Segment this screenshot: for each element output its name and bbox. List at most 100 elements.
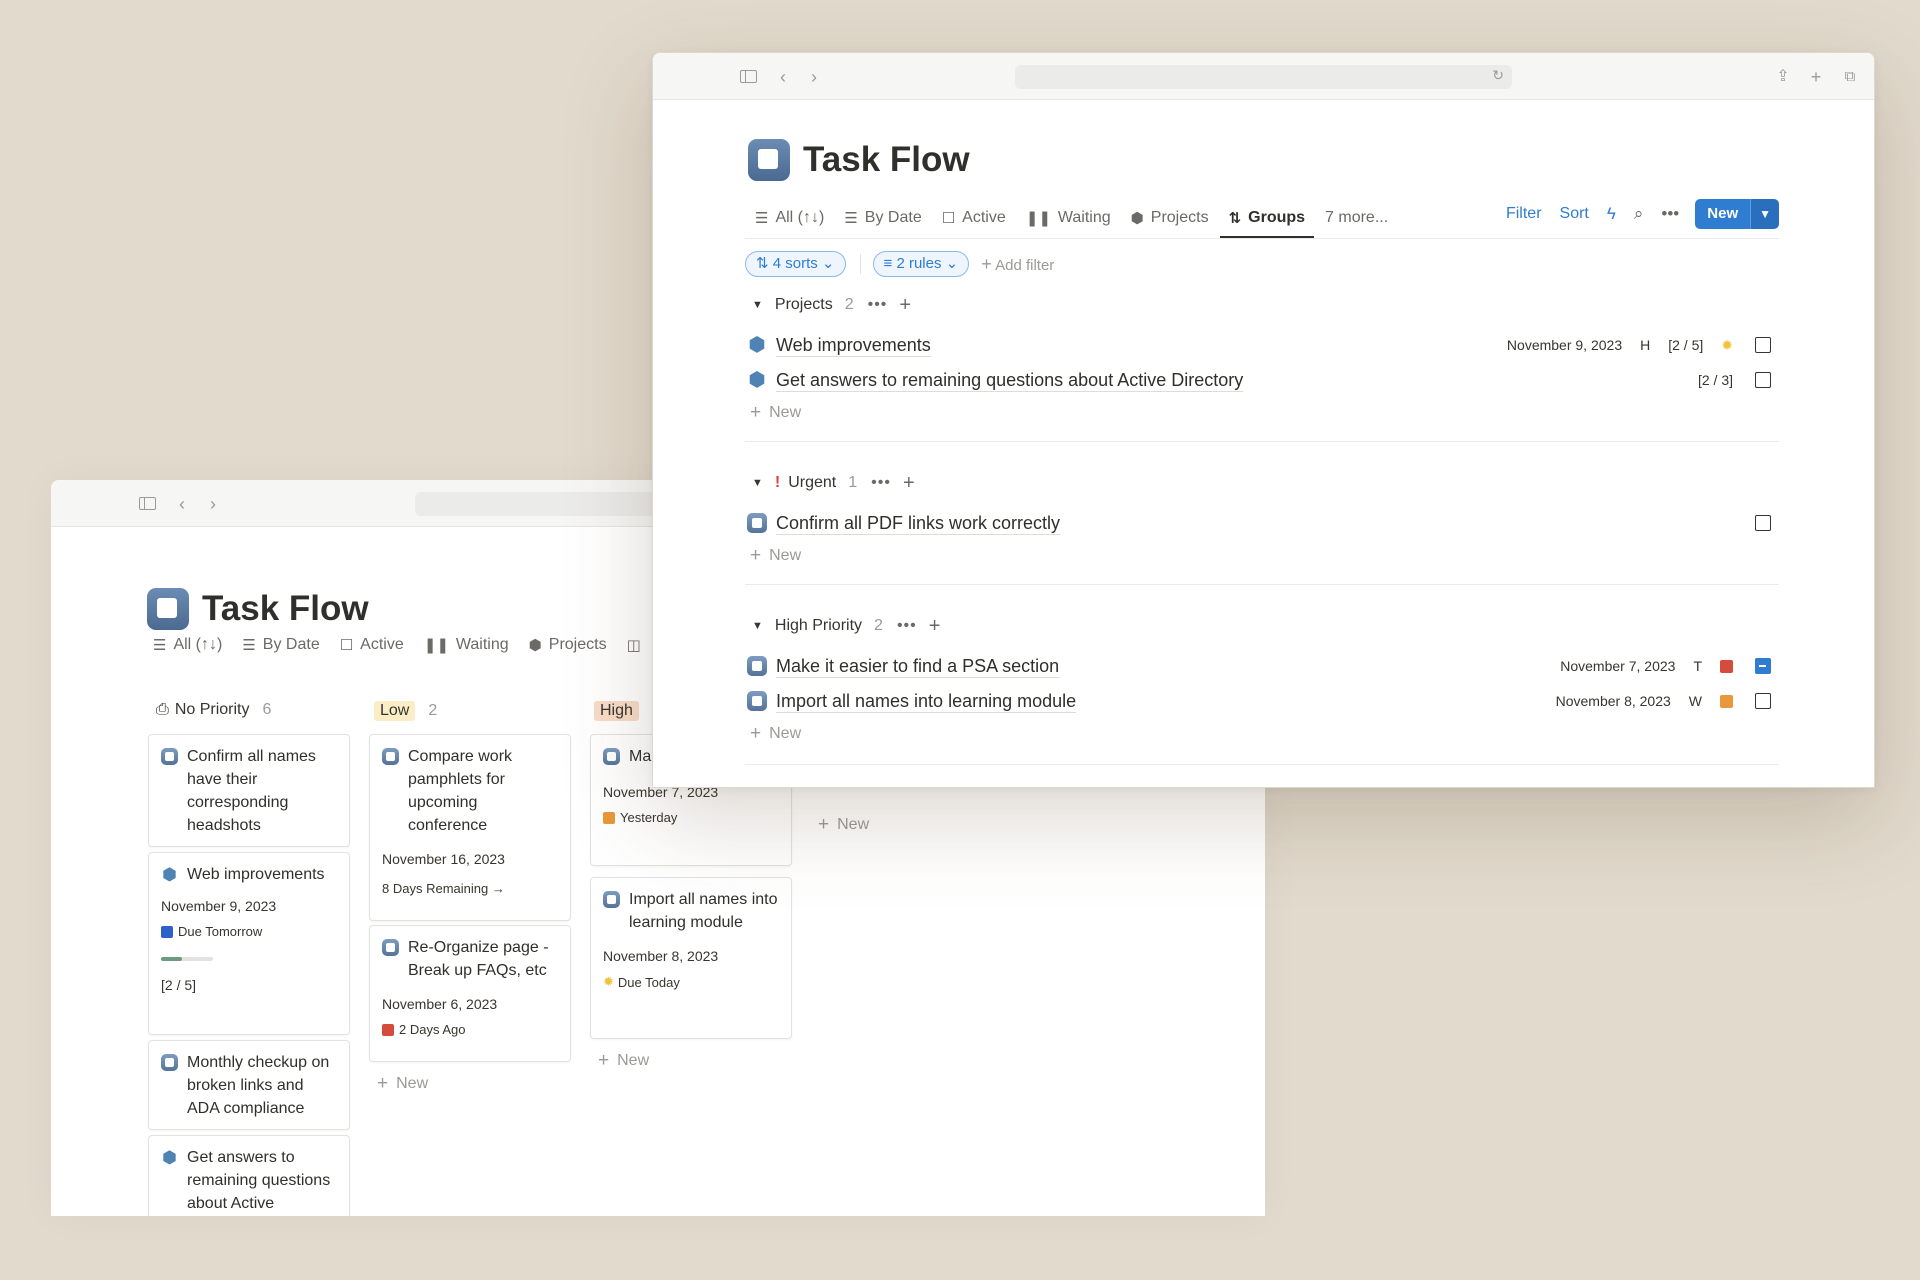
high-priority-new-row[interactable]: + New xyxy=(750,723,801,745)
row-checkbox[interactable] xyxy=(1755,658,1771,674)
search-icon[interactable]: ⌕ xyxy=(1634,204,1644,224)
group-add-icon[interactable]: + xyxy=(903,472,915,495)
card-monthly-checkup[interactable]: Monthly checkup on broken links and ADA … xyxy=(148,1040,350,1130)
card-active-directory[interactable]: ⬢ Get answers to remaining questions abou… xyxy=(148,1135,350,1216)
checkbox-icon xyxy=(161,1054,178,1071)
row-checkbox[interactable] xyxy=(1755,337,1771,353)
chevron-down-icon[interactable]: ▼ xyxy=(1750,199,1779,229)
progress-fill xyxy=(161,957,182,961)
row-checkbox[interactable] xyxy=(1755,693,1771,709)
tabs-divider xyxy=(745,238,1779,239)
share-icon[interactable]: ⇪ xyxy=(1772,66,1794,88)
list-icon: ☰ xyxy=(755,210,769,227)
group-divider xyxy=(745,764,1779,765)
group-header-high-priority[interactable]: ▼ High Priority 2 ••• + xyxy=(745,614,940,638)
fourth-new-button[interactable]: + New xyxy=(818,814,869,836)
sort-icon: ⇅ xyxy=(1228,210,1242,227)
low-new-button[interactable]: + New xyxy=(377,1073,428,1095)
tab-all[interactable]: ☰ All (↑↓) xyxy=(153,626,222,664)
forward-arrow-icon[interactable]: › xyxy=(202,493,224,515)
sidebar-toggle-icon[interactable] xyxy=(740,70,757,83)
page-title: Task Flow xyxy=(202,589,369,628)
group-more-icon[interactable]: ••• xyxy=(868,296,888,314)
pill-divider xyxy=(859,254,861,274)
forward-arrow-icon[interactable]: › xyxy=(803,66,825,88)
back-arrow-icon[interactable]: ‹ xyxy=(772,66,794,88)
pause-icon: ❚❚ xyxy=(423,637,449,654)
row-checkbox[interactable] xyxy=(1755,515,1771,531)
page-title: Task Flow xyxy=(803,140,970,179)
board-icon: ◫ xyxy=(626,637,641,654)
more-options-icon[interactable]: ••• xyxy=(1661,204,1679,224)
add-filter-button[interactable]: + Add filter xyxy=(981,254,1054,275)
tab-projects[interactable]: ⬢ Projects xyxy=(529,626,607,664)
automation-bolt-icon[interactable]: ϟ xyxy=(1607,204,1616,224)
group-more-icon[interactable]: ••• xyxy=(871,474,891,492)
tabs-overview-icon[interactable]: ⧉ xyxy=(1839,66,1861,88)
row-meta: November 9, 2023 H [2 / 5] ✹ xyxy=(1489,337,1779,354)
row-psa-section[interactable]: Make it easier to find a PSA section Nov… xyxy=(745,649,1779,683)
blue-square-icon xyxy=(161,925,173,938)
red-square-icon xyxy=(1720,659,1733,673)
tab-by-date[interactable]: ☰ By Date xyxy=(844,199,921,237)
sidebar-toggle-icon[interactable] xyxy=(139,497,156,510)
tab-by-date[interactable]: ☰ By Date xyxy=(242,626,319,664)
tab-groups[interactable]: ⇅ Groups xyxy=(1219,199,1315,238)
rules-pill[interactable]: ≡ 2 rules ⌄ xyxy=(872,251,970,277)
tab-projects[interactable]: ⬢ Projects xyxy=(1131,199,1209,237)
card-compare-pamphlets[interactable]: Compare work pamphlets for upcoming conf… xyxy=(369,734,571,921)
tab-more[interactable]: 7 more... xyxy=(1325,199,1388,237)
list-icon: ☰ xyxy=(242,637,256,654)
back-arrow-icon[interactable]: ‹ xyxy=(171,493,193,515)
cube-icon: ⬢ xyxy=(162,865,177,884)
checkbox-icon xyxy=(603,748,620,765)
row-meta: November 7, 2023 T xyxy=(1542,658,1779,674)
column-header-no-priority: ⎙ No Priority 6 xyxy=(156,701,272,718)
card-confirm-headshots[interactable]: Confirm all names have their correspondi… xyxy=(148,734,350,847)
row-active-directory[interactable]: ⬢ Get answers to remaining questions abo… xyxy=(745,363,1779,397)
group-header-urgent[interactable]: ▼ ! Urgent 1 ••• + xyxy=(745,471,915,495)
card-import-names[interactable]: Import all names into learning module No… xyxy=(590,877,792,1039)
address-bar[interactable]: ↻ xyxy=(1015,65,1512,89)
checkbox-icon xyxy=(747,691,767,711)
collapse-triangle-icon[interactable]: ▼ xyxy=(752,299,763,311)
row-meta: November 8, 2023 W xyxy=(1538,693,1779,709)
orange-square-icon xyxy=(603,811,615,824)
high-new-button[interactable]: + New xyxy=(598,1050,649,1072)
sort-button[interactable]: Sort xyxy=(1560,205,1589,223)
reload-icon[interactable]: ↻ xyxy=(1492,67,1504,84)
back-page-header: Task Flow xyxy=(147,588,369,630)
tab-active[interactable]: ☐ Active xyxy=(340,626,404,664)
new-tab-icon[interactable]: + xyxy=(1805,66,1827,88)
group-add-icon[interactable]: + xyxy=(929,615,941,638)
collapse-triangle-icon[interactable]: ▼ xyxy=(752,620,763,632)
sorts-pill[interactable]: ⇅ 4 sorts ⌄ xyxy=(745,251,846,277)
tab-all[interactable]: ☰ All (↑↓) xyxy=(755,199,824,237)
card-reorganize-page[interactable]: Re-Organize page - Break up FAQs, etc No… xyxy=(369,925,571,1062)
group-add-icon[interactable]: + xyxy=(899,294,911,317)
new-button[interactable]: New ▼ xyxy=(1695,199,1779,229)
tab-active[interactable]: ☐ Active xyxy=(942,199,1006,237)
plus-icon: + xyxy=(981,253,992,274)
card-web-improvements[interactable]: ⬢ Web improvements November 9, 2023 Due T… xyxy=(148,852,350,1035)
exclamation-icon: ! xyxy=(774,474,781,491)
cube-icon: ⬢ xyxy=(1130,210,1144,227)
tab-board[interactable]: ◫ xyxy=(627,626,648,664)
sort-icon: ⇅ xyxy=(756,255,769,272)
row-checkbox[interactable] xyxy=(1755,372,1771,388)
projects-new-row[interactable]: + New xyxy=(750,402,801,424)
sun-icon: ✹ xyxy=(603,974,614,989)
row-web-improvements[interactable]: ⬢ Web improvements November 9, 2023 H [2… xyxy=(745,328,1779,362)
tab-waiting[interactable]: ❚❚ Waiting xyxy=(424,626,509,664)
filter-button[interactable]: Filter xyxy=(1506,205,1542,223)
row-confirm-pdf-links[interactable]: Confirm all PDF links work correctly xyxy=(745,506,1779,540)
row-meta xyxy=(1733,515,1779,531)
group-header-projects[interactable]: ▼ Projects 2 ••• + xyxy=(745,293,911,317)
row-import-names[interactable]: Import all names into learning module No… xyxy=(745,684,1779,718)
urgent-new-row[interactable]: + New xyxy=(750,545,801,567)
tab-waiting[interactable]: ❚❚ Waiting xyxy=(1026,199,1111,237)
view-toolbar: Filter Sort ϟ ⌕ ••• New ▼ xyxy=(1488,199,1779,229)
group-more-icon[interactable]: ••• xyxy=(897,617,917,635)
collapse-triangle-icon[interactable]: ▼ xyxy=(752,477,763,489)
cube-icon: ⬢ xyxy=(748,369,766,391)
